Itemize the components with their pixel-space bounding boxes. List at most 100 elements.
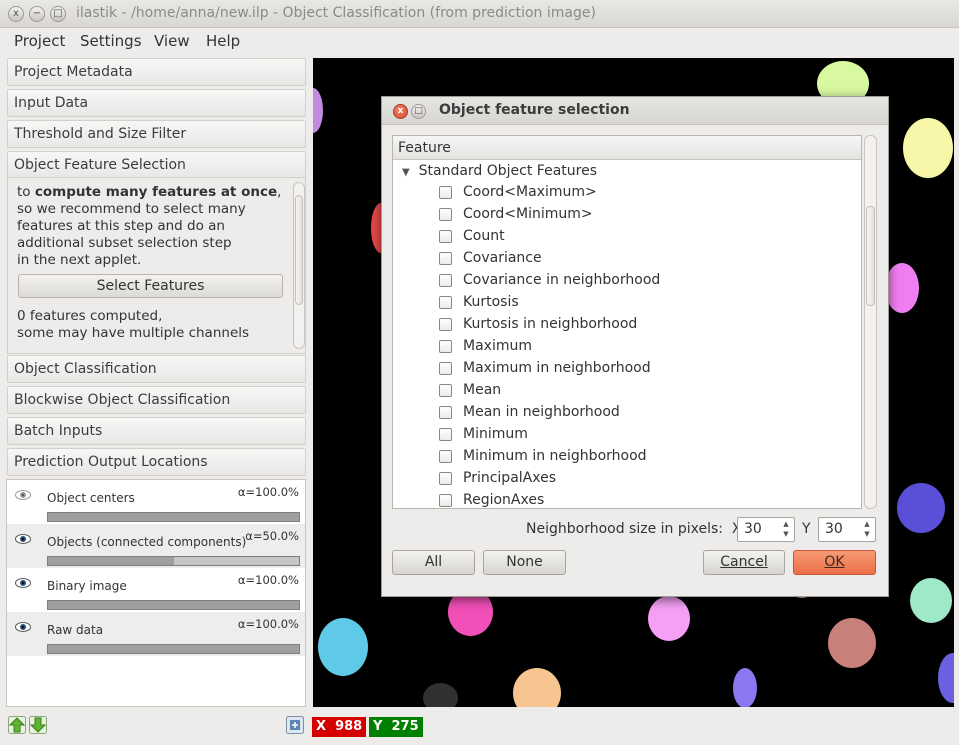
window-minimize-button[interactable]: − [29,6,45,22]
feature-item[interactable]: RegionAxes [439,490,839,508]
layer-row[interactable]: Objects (connected components) α=50.0% [7,524,305,568]
feature-label: Covariance [463,250,542,266]
applet-object-classification[interactable]: Object Classification [7,355,306,383]
ok-button[interactable]: OK [793,550,876,575]
feature-scroll-thumb[interactable] [866,206,875,306]
feature-tree: Feature ▼ Standard Object Features Coord… [392,135,862,509]
feature-checkbox[interactable] [439,384,452,397]
feature-item[interactable]: Coord<Minimum> [439,204,839,226]
layer-opacity-bar[interactable] [47,600,300,610]
feature-checkbox[interactable] [439,472,452,485]
feature-item[interactable]: Kurtosis [439,292,839,314]
move-layer-up-icon[interactable] [8,716,26,734]
feature-label: Kurtosis [463,294,519,310]
feature-label: Mean [463,382,502,398]
layer-opacity-bar[interactable] [47,556,300,566]
feature-checkbox[interactable] [439,252,452,265]
feature-checkbox[interactable] [439,208,452,221]
feature-item[interactable]: Minimum in neighborhood [439,446,839,468]
layer-opacity-bar[interactable] [47,512,300,522]
feature-label: Count [463,228,505,244]
move-layer-down-icon[interactable] [29,716,47,734]
menu-settings[interactable]: Settings [80,32,142,50]
neighborhood-x-spinbox[interactable]: 30 ▲ ▼ [737,517,795,542]
layer-opacity-label: α=100.0% [237,485,299,499]
select-features-button[interactable]: Select Features [18,274,283,298]
layer-row[interactable]: Object centers α=100.0% [7,480,305,524]
applet-object-feature-selection[interactable]: Object Feature Selection [7,151,306,179]
feature-checkbox[interactable] [439,494,452,507]
applet-threshold-size-filter[interactable]: Threshold and Size Filter [7,120,306,148]
eye-icon[interactable] [15,490,31,500]
layer-name: Objects (connected components) [47,535,247,549]
spin-arrows-icon[interactable]: ▲ ▼ [780,519,792,540]
feature-item[interactable]: PrincipalAxes [439,468,839,490]
layer-row[interactable]: Binary image α=100.0% [7,568,305,612]
feature-item[interactable]: Minimum [439,424,839,446]
feature-column-header[interactable]: Feature [393,136,861,160]
feature-item[interactable]: Covariance [439,248,839,270]
eye-icon[interactable] [15,534,31,544]
feature-item[interactable]: Maximum [439,336,839,358]
layer-list: Object centers α=100.0% Objects (connect… [6,479,306,707]
feature-item[interactable]: Mean [439,380,839,402]
drawer-scrollbar[interactable] [293,182,305,349]
menu-view[interactable]: View [154,32,190,50]
feature-item[interactable]: Maximum in neighborhood [439,358,839,380]
applet-input-data[interactable]: Input Data [7,89,306,117]
menu-help[interactable]: Help [206,32,240,50]
eye-icon[interactable] [15,622,31,632]
select-none-button[interactable]: None [483,550,566,575]
eye-icon[interactable] [15,578,31,588]
applet-project-metadata[interactable]: Project Metadata [7,58,306,86]
feature-checkbox[interactable] [439,296,452,309]
layer-opacity-label: α=50.0% [245,529,299,543]
features-channels-status: some may have multiple channels [17,325,250,341]
feature-checkbox[interactable] [439,340,452,353]
feature-label: Coord<Maximum> [463,184,597,200]
feature-checkbox[interactable] [439,186,452,199]
segmented-object [423,683,458,707]
feature-checkbox[interactable] [439,362,452,375]
cancel-button[interactable]: Cancel [703,550,785,575]
segmented-object [885,263,919,313]
layer-opacity-bar[interactable] [47,644,300,654]
applet-batch-inputs[interactable]: Batch Inputs [7,417,306,445]
applet-panel: Project Metadata Input Data Threshold an… [5,57,306,476]
feature-checkbox[interactable] [439,318,452,331]
dialog-maximize-button[interactable]: □ [411,104,426,119]
feature-group[interactable]: ▼ Standard Object Features [402,163,597,179]
layer-row[interactable]: Raw data α=100.0% [7,612,305,656]
applet-blockwise-object-classification[interactable]: Blockwise Object Classification [7,386,306,414]
segmented-object [938,653,954,703]
dialog-titlebar: x □ Object feature selection [382,97,888,125]
segmented-object [733,668,757,707]
object-feature-selection-dialog: x □ Object feature selection Feature ▼ S… [381,96,889,597]
window-maximize-button[interactable]: □ [50,6,66,22]
select-all-button[interactable]: All [392,550,475,575]
feature-item[interactable]: Count [439,226,839,248]
drawer-text-line2: so we recommend to select many [17,201,246,217]
feature-checkbox[interactable] [439,406,452,419]
feature-item[interactable]: Kurtosis in neighborhood [439,314,839,336]
feature-item[interactable]: Mean in neighborhood [439,402,839,424]
feature-checkbox[interactable] [439,428,452,441]
feature-label: Maximum in neighborhood [463,360,651,376]
applet-prediction-output-locations[interactable]: Prediction Output Locations [7,448,306,476]
menu-project[interactable]: Project [14,32,65,50]
feature-checkbox[interactable] [439,450,452,463]
layer-settings-icon[interactable] [286,716,304,734]
spin-arrows-icon[interactable]: ▲ ▼ [861,519,873,540]
feature-checkbox[interactable] [439,274,452,287]
feature-item[interactable]: Covariance in neighborhood [439,270,839,292]
layer-opacity-fill [48,557,174,565]
collapse-triangle-icon[interactable]: ▼ [402,167,410,178]
feature-checkbox[interactable] [439,230,452,243]
dialog-close-button[interactable]: x [393,104,408,119]
feature-tree-scrollbar[interactable] [864,135,877,509]
neighborhood-y-spinbox[interactable]: 30 ▲ ▼ [818,517,876,542]
drawer-scroll-thumb[interactable] [295,195,303,305]
feature-item[interactable]: Coord<Maximum> [439,182,839,204]
feature-label: PrincipalAxes [463,470,556,486]
window-close-button[interactable]: x [8,6,24,22]
